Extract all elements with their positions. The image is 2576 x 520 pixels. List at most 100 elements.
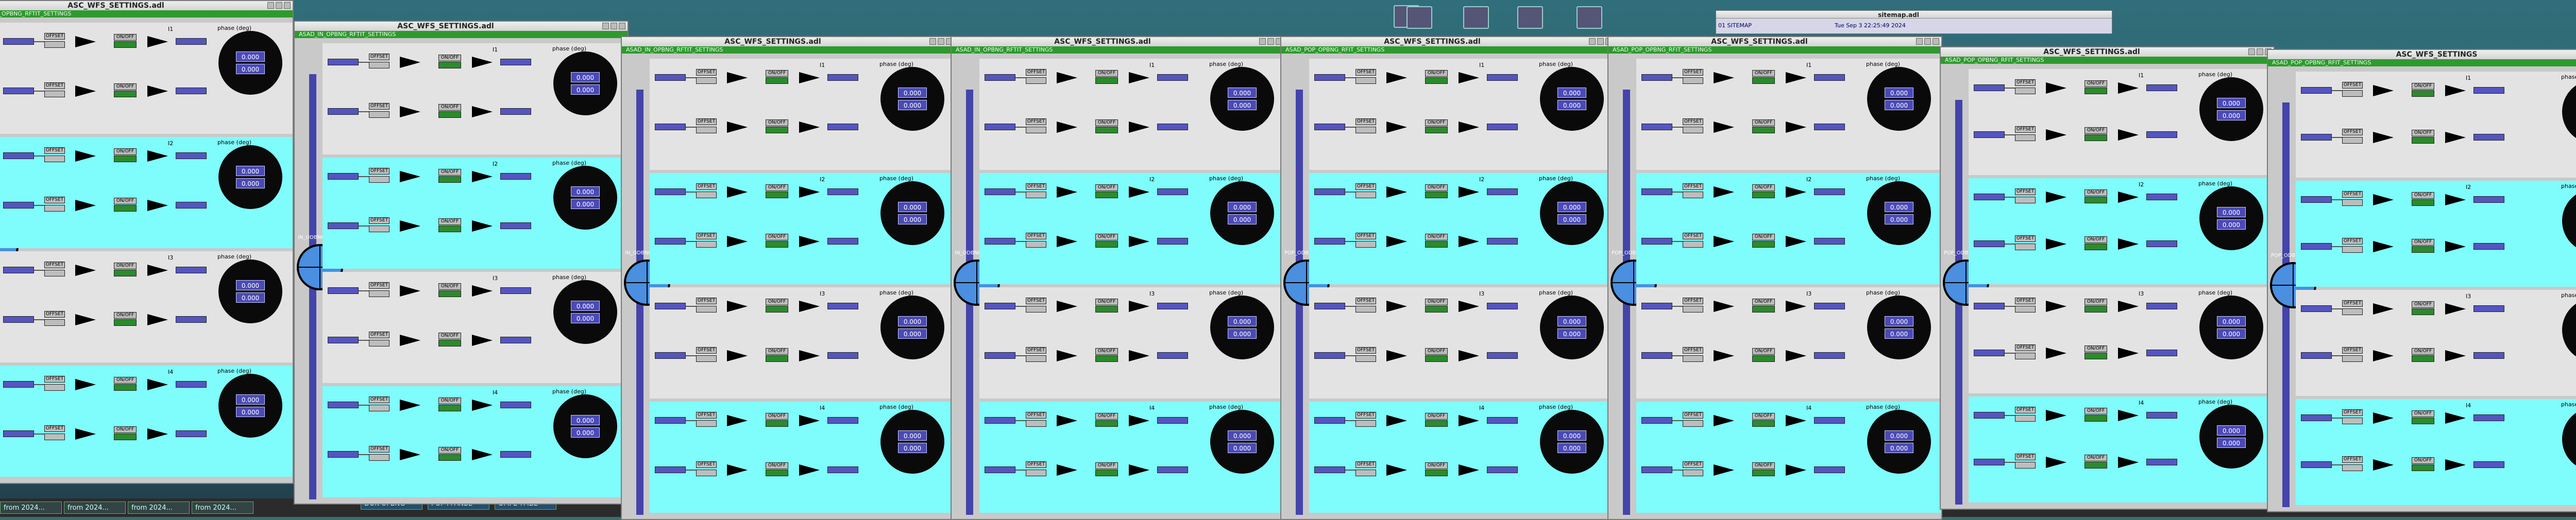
folder-icon[interactable] xyxy=(1463,6,1489,29)
gain-value[interactable] xyxy=(2015,306,2036,313)
gain-value[interactable] xyxy=(1355,241,1376,248)
offset-button[interactable]: OFFSET xyxy=(696,412,717,419)
phase-value[interactable]: 0.000 xyxy=(236,394,265,405)
on-off-switch[interactable]: ON/OFF xyxy=(438,397,461,404)
sitemap-window[interactable]: sitemap.adl 01 SITEMAP Tue Sep 3 22:25:4… xyxy=(1716,10,2112,34)
input-value[interactable] xyxy=(655,238,686,245)
input-value[interactable] xyxy=(1641,303,1672,309)
taskbar-item[interactable]: from 2024... xyxy=(0,501,62,514)
offset-button[interactable]: OFFSET xyxy=(2342,129,2363,135)
gain-value[interactable] xyxy=(44,434,65,440)
gain-value[interactable] xyxy=(1026,306,1046,313)
input-value[interactable] xyxy=(2301,87,2332,94)
input-value[interactable] xyxy=(1641,417,1672,424)
phase-value[interactable]: 0.000 xyxy=(1557,100,1586,110)
offset-button[interactable]: OFFSET xyxy=(1683,461,1703,468)
gain-value[interactable] xyxy=(1026,241,1046,248)
on-off-switch[interactable]: ON/OFF xyxy=(1425,234,1448,240)
on-off-switch[interactable]: ON/OFF xyxy=(438,283,461,290)
phase-value[interactable]: 0.000 xyxy=(2217,328,2246,339)
input-value[interactable] xyxy=(1641,352,1672,359)
on-off-switch[interactable]: ON/OFF xyxy=(1425,299,1448,305)
offset-button[interactable]: OFFSET xyxy=(1026,69,1046,76)
input-value[interactable] xyxy=(655,417,686,424)
on-off-switch[interactable]: ON/OFF xyxy=(2084,127,2107,134)
close-button[interactable] xyxy=(1933,38,1939,45)
offset-button[interactable]: OFFSET xyxy=(44,33,65,40)
phase-value[interactable]: 0.000 xyxy=(571,313,600,323)
on-off-switch[interactable]: ON/OFF xyxy=(114,377,137,384)
input-value[interactable] xyxy=(328,108,359,115)
gain-value[interactable] xyxy=(369,62,389,68)
on-off-switch[interactable]: ON/OFF xyxy=(2084,455,2107,461)
gain-value[interactable] xyxy=(2342,308,2363,315)
phase-value[interactable]: 0.000 xyxy=(898,328,927,339)
input-value[interactable] xyxy=(1641,188,1672,195)
input-value[interactable] xyxy=(1314,303,1345,309)
gain-value[interactable] xyxy=(696,306,717,313)
phase-value[interactable]: 0.000 xyxy=(236,280,265,290)
gain-value[interactable] xyxy=(44,319,65,326)
offset-button[interactable]: OFFSET xyxy=(2015,298,2036,304)
input-value[interactable] xyxy=(328,451,359,458)
window-titlebar[interactable]: ASC_WFS_SETTINGS.adl xyxy=(952,37,1284,47)
gain-value[interactable] xyxy=(1026,470,1046,476)
phase-value[interactable]: 0.000 xyxy=(236,64,265,74)
offset-button[interactable]: OFFSET xyxy=(369,446,389,453)
gain-value[interactable] xyxy=(369,226,389,232)
input-value[interactable] xyxy=(1314,352,1345,359)
gain-value[interactable] xyxy=(1355,77,1376,84)
wfs-settings-window[interactable]: ASC_WFS_SETTINGS.adl ASAD_IN_OPBNG_RFTIT… xyxy=(951,36,1285,520)
offset-button[interactable]: OFFSET xyxy=(44,147,65,154)
on-off-switch[interactable]: ON/OFF xyxy=(114,148,137,155)
phase-value[interactable]: 0.000 xyxy=(2217,316,2246,326)
phase-value[interactable]: 0.000 xyxy=(1885,214,1913,224)
gain-value[interactable] xyxy=(696,241,717,248)
phase-value[interactable]: 0.000 xyxy=(1885,88,1913,98)
input-value[interactable] xyxy=(985,466,1015,473)
input-value[interactable] xyxy=(3,430,34,437)
maximize-button[interactable] xyxy=(2257,48,2263,55)
offset-button[interactable]: OFFSET xyxy=(1355,233,1376,239)
phase-value[interactable]: 0.000 xyxy=(1885,202,1913,212)
on-off-switch[interactable]: ON/OFF xyxy=(1752,119,1775,126)
gain-value[interactable] xyxy=(369,340,389,346)
on-off-switch[interactable]: ON/OFF xyxy=(766,184,788,191)
phase-value[interactable]: 0.000 xyxy=(1228,100,1257,110)
close-button[interactable] xyxy=(284,2,291,9)
offset-button[interactable]: OFFSET xyxy=(44,262,65,268)
gain-value[interactable] xyxy=(2342,137,2363,144)
offset-button[interactable]: OFFSET xyxy=(369,103,389,110)
phase-value[interactable]: 0.000 xyxy=(2217,207,2246,217)
gain-value[interactable] xyxy=(44,205,65,212)
input-value[interactable] xyxy=(328,222,359,229)
on-off-switch[interactable]: ON/OFF xyxy=(1425,348,1448,355)
input-value[interactable] xyxy=(2301,352,2332,359)
gain-value[interactable] xyxy=(2015,244,2036,250)
phase-value[interactable]: 0.000 xyxy=(236,178,265,188)
offset-button[interactable]: OFFSET xyxy=(1026,412,1046,419)
folder-icon[interactable] xyxy=(1406,6,1432,29)
on-off-switch[interactable]: ON/OFF xyxy=(1095,299,1118,305)
on-off-switch[interactable]: ON/OFF xyxy=(1425,70,1448,77)
input-value[interactable] xyxy=(2301,134,2332,141)
gain-value[interactable] xyxy=(1683,306,1703,313)
phase-value[interactable]: 0.000 xyxy=(1885,443,1913,453)
on-off-switch[interactable]: ON/OFF xyxy=(1095,70,1118,77)
input-value[interactable] xyxy=(655,74,686,81)
input-value[interactable] xyxy=(3,381,34,388)
wfs-settings-window[interactable]: ASC_WFS_SETTINGS.adl ASAD_IN_OPBNG_RFTIT… xyxy=(621,36,956,520)
on-off-switch[interactable]: ON/OFF xyxy=(2412,457,2434,464)
gain-value[interactable] xyxy=(1683,355,1703,362)
offset-button[interactable]: OFFSET xyxy=(369,282,389,289)
maximize-button[interactable] xyxy=(1267,38,1274,45)
input-value[interactable] xyxy=(655,188,686,195)
phase-value[interactable]: 0.000 xyxy=(1557,202,1586,212)
gain-value[interactable] xyxy=(1683,127,1703,133)
on-off-switch[interactable]: ON/OFF xyxy=(1752,299,1775,305)
phase-value[interactable]: 0.000 xyxy=(1228,430,1257,441)
phase-value[interactable]: 0.000 xyxy=(1557,88,1586,98)
offset-button[interactable]: OFFSET xyxy=(369,54,389,60)
offset-button[interactable]: OFFSET xyxy=(1026,461,1046,468)
offset-button[interactable]: OFFSET xyxy=(1026,298,1046,304)
